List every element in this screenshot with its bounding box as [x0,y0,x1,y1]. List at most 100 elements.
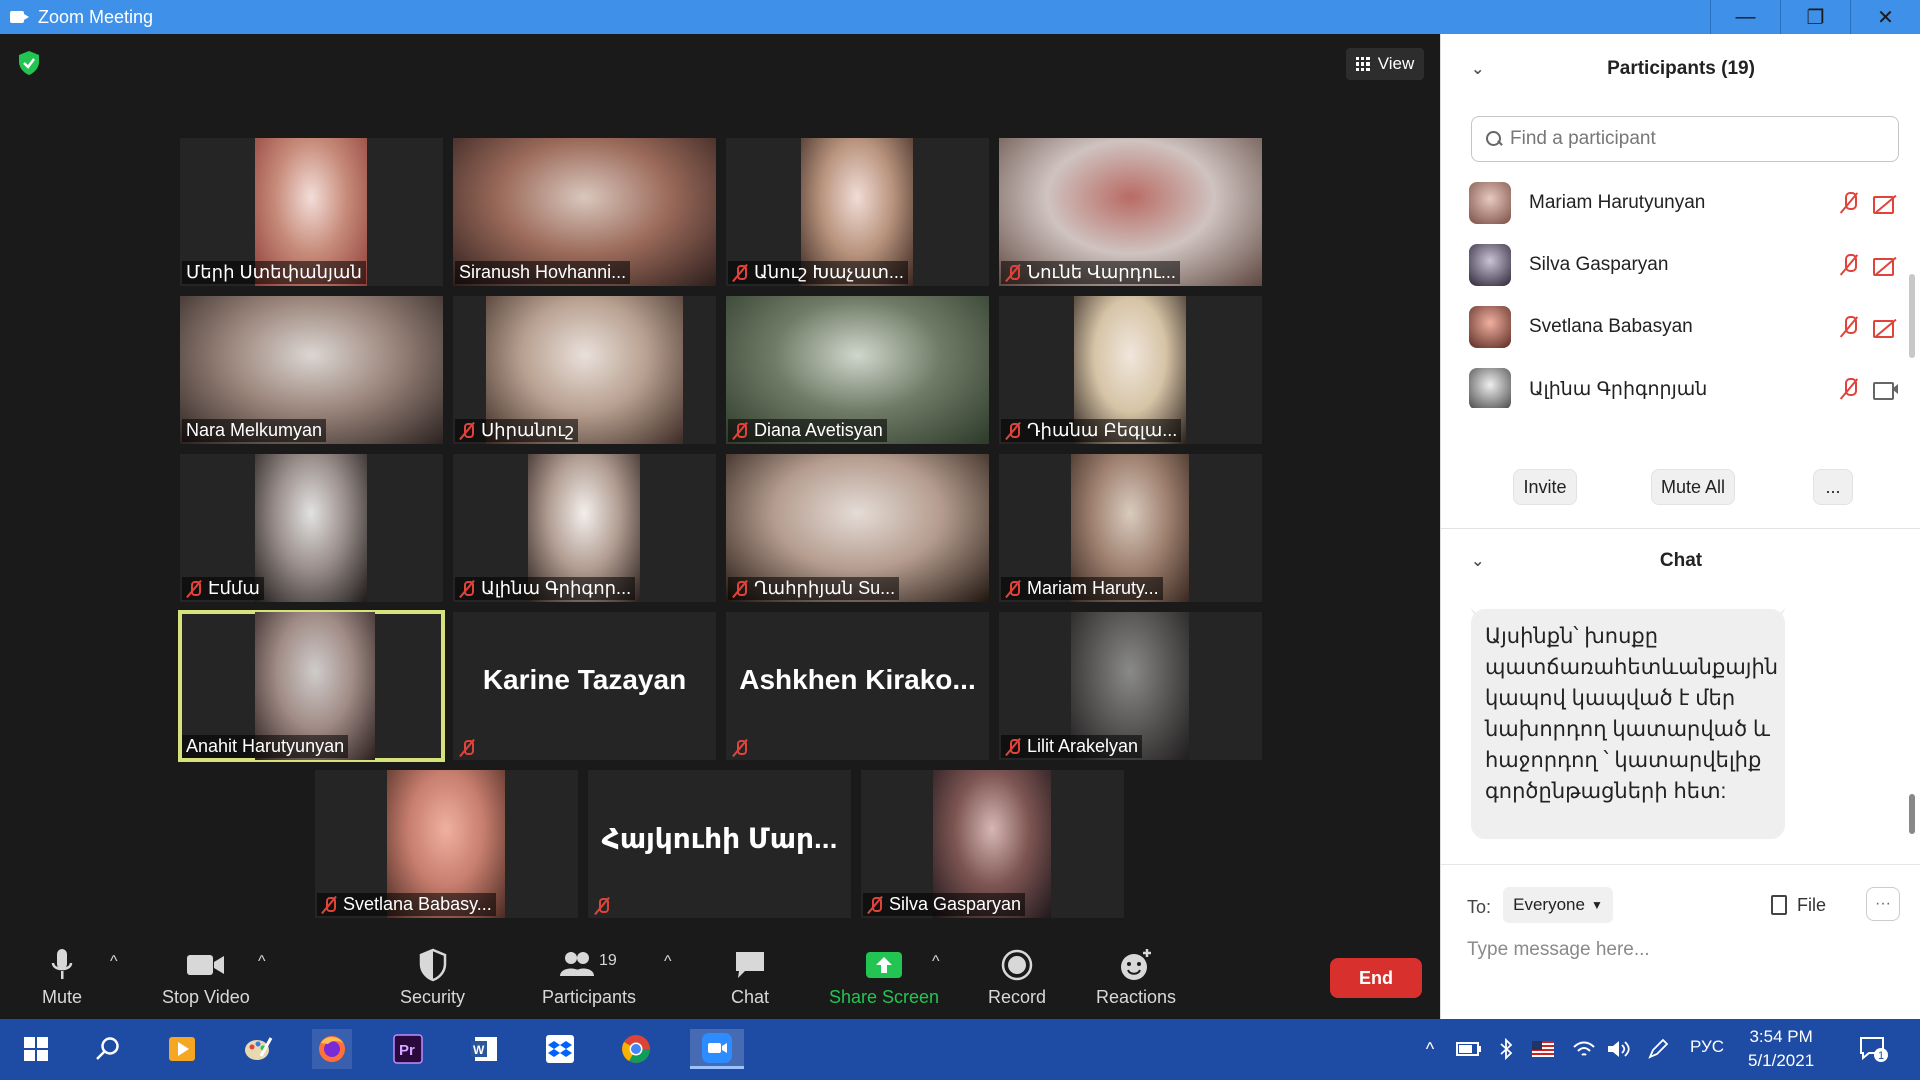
avatar [1469,306,1511,348]
video-tile[interactable]: Էմմա [180,454,443,602]
video-tile[interactable]: Diana Avetisyan [726,296,989,444]
video-tile[interactable]: Անուշ Խաչատ... [726,138,989,286]
muted-mic-icon [1005,580,1021,598]
paint-icon[interactable] [238,1029,278,1069]
participant-row[interactable]: Mariam Harutyunyan [1469,172,1899,234]
mute-all-button[interactable]: Mute All [1651,469,1735,505]
invite-button[interactable]: Invite [1513,469,1577,505]
input-language[interactable]: РУС [1690,1037,1724,1057]
show-hidden-icons-chevron-icon[interactable]: ^ [1418,1029,1442,1069]
maximize-button[interactable]: ❐ [1780,0,1850,34]
end-meeting-button[interactable]: End [1330,958,1422,998]
stop-video-button[interactable]: Stop Video [162,945,250,1008]
zoom-taskbar-icon[interactable] [690,1029,744,1069]
firefox-icon[interactable] [312,1029,352,1069]
grid-view-icon [1355,57,1370,71]
muted-mic-icon[interactable] [1839,315,1859,339]
muted-mic-icon[interactable] [1839,253,1859,277]
collapse-chat-chevron-icon[interactable]: ⌄ [1471,551,1484,571]
video-tile[interactable]: Svetlana Babasy... [315,770,578,918]
video-off-icon[interactable] [1873,193,1899,214]
word-icon[interactable]: W [464,1029,504,1069]
participant-name-label: Դիանա Բեգլա... [1001,419,1182,442]
video-tile[interactable]: Lilit Arakelyan [999,612,1262,760]
video-tile[interactable]: Karine Tazayan [453,612,716,760]
video-tile[interactable]: Դիանա Բեգլա... [999,296,1262,444]
video-tile[interactable]: Nara Melkumyan [180,296,443,444]
search-icon [1486,131,1502,147]
video-tile[interactable]: Siranush Hovhanni... [453,138,716,286]
security-shield-icon [418,945,448,985]
message-input[interactable]: Type message here... [1467,939,1650,961]
file-button[interactable]: File [1771,887,1826,923]
volume-icon[interactable] [1604,1029,1632,1069]
microphone-icon [48,945,76,985]
security-button[interactable]: Security [400,945,465,1008]
chat-more-button[interactable]: ··· [1866,887,1900,921]
encryption-shield-icon[interactable] [16,50,42,76]
participants-options-chevron-up-icon[interactable]: ^ [664,953,672,971]
participant-row[interactable]: Svetlana Babasyan [1469,296,1899,358]
participants-icon: 19 [559,945,619,985]
video-tile[interactable]: Mariam Haruty... [999,454,1262,602]
video-tile[interactable]: Սիրանուշ [453,296,716,444]
notifications-icon[interactable]: 1 [1854,1029,1894,1069]
record-button[interactable]: Record [988,945,1046,1008]
participant-name-label: Mariam Haruty... [1001,577,1163,600]
find-participant-input[interactable]: Find a participant [1471,116,1899,162]
chat-label: Chat [731,987,770,1007]
video-tile[interactable]: Ashkhen Kirako... [726,612,989,760]
view-button[interactable]: View [1346,48,1424,80]
collapse-participants-chevron-icon[interactable]: ⌄ [1471,59,1484,79]
chrome-icon[interactable] [616,1029,656,1069]
clock[interactable]: 3:54 PM 5/1/2021 [1748,1025,1814,1073]
windows-start-icon[interactable] [16,1029,56,1069]
video-options-chevron-up-icon[interactable]: ^ [258,953,266,971]
participant-name: Mariam Haruty... [1027,578,1159,598]
mute-button[interactable]: Mute [42,945,82,1008]
premiere-pro-icon[interactable]: Pr [388,1029,428,1069]
participants-scrollbar[interactable] [1909,274,1915,358]
muted-mic-icon[interactable] [1839,191,1859,215]
minimize-button[interactable]: — [1710,0,1780,34]
muted-mic-icon [1005,264,1021,282]
search-taskbar-icon[interactable] [88,1029,128,1069]
svg-text:W: W [473,1043,485,1057]
video-tile[interactable]: Մերի Ստեփանյան [180,138,443,286]
participant-name: Silva Gasparyan [889,894,1022,914]
video-tile[interactable]: Հայկուհի Մար... [588,770,851,918]
muted-mic-icon [867,896,883,914]
video-off-icon[interactable] [1873,317,1899,338]
us-flag-icon[interactable] [1530,1029,1556,1069]
audio-options-chevron-up-icon[interactable]: ^ [110,953,118,971]
share-screen-button[interactable]: Share Screen [829,945,939,1008]
reactions-button[interactable]: Reactions [1096,945,1176,1008]
muted-mic-icon[interactable] [1839,377,1859,401]
bluetooth-icon[interactable] [1494,1029,1518,1069]
close-button[interactable]: ✕ [1850,0,1920,34]
pen-workspace-icon[interactable] [1644,1029,1672,1069]
video-off-icon[interactable] [1873,255,1899,276]
media-player-icon[interactable] [162,1029,202,1069]
participants-button[interactable]: 19 Participants [542,945,636,1008]
participants-more-button[interactable]: ... [1813,469,1853,505]
participant-name: Svetlana Babasy... [343,894,492,914]
dropbox-icon[interactable] [540,1029,580,1069]
chat-button[interactable]: Chat [731,945,769,1008]
video-tile[interactable]: Նունե Վարդու... [999,138,1262,286]
participant-row[interactable]: Ալինա Գրիգորյան [1469,358,1899,408]
video-on-icon[interactable] [1873,379,1899,400]
video-tile[interactable]: Ալինա Գրիգոր... [453,454,716,602]
video-tile[interactable]: Ղահրիյան Su... [726,454,989,602]
chevron-down-icon: ▼ [1590,898,1603,912]
video-tile[interactable]: Silva Gasparyan [861,770,1124,918]
wifi-icon[interactable] [1570,1029,1598,1069]
recipient-select[interactable]: Everyone ▼ [1503,887,1613,923]
video-tile[interactable]: Anahit Harutyunyan [178,610,445,762]
chat-scrollbar[interactable] [1909,794,1915,834]
participant-row[interactable]: Silva Gasparyan [1469,234,1899,296]
share-options-chevron-up-icon[interactable]: ^ [932,953,940,971]
battery-icon[interactable] [1454,1029,1484,1069]
avatar [1469,244,1511,286]
participants-list: Mariam Harutyunyan Silva Gasparyan Svetlan… [1441,172,1911,408]
